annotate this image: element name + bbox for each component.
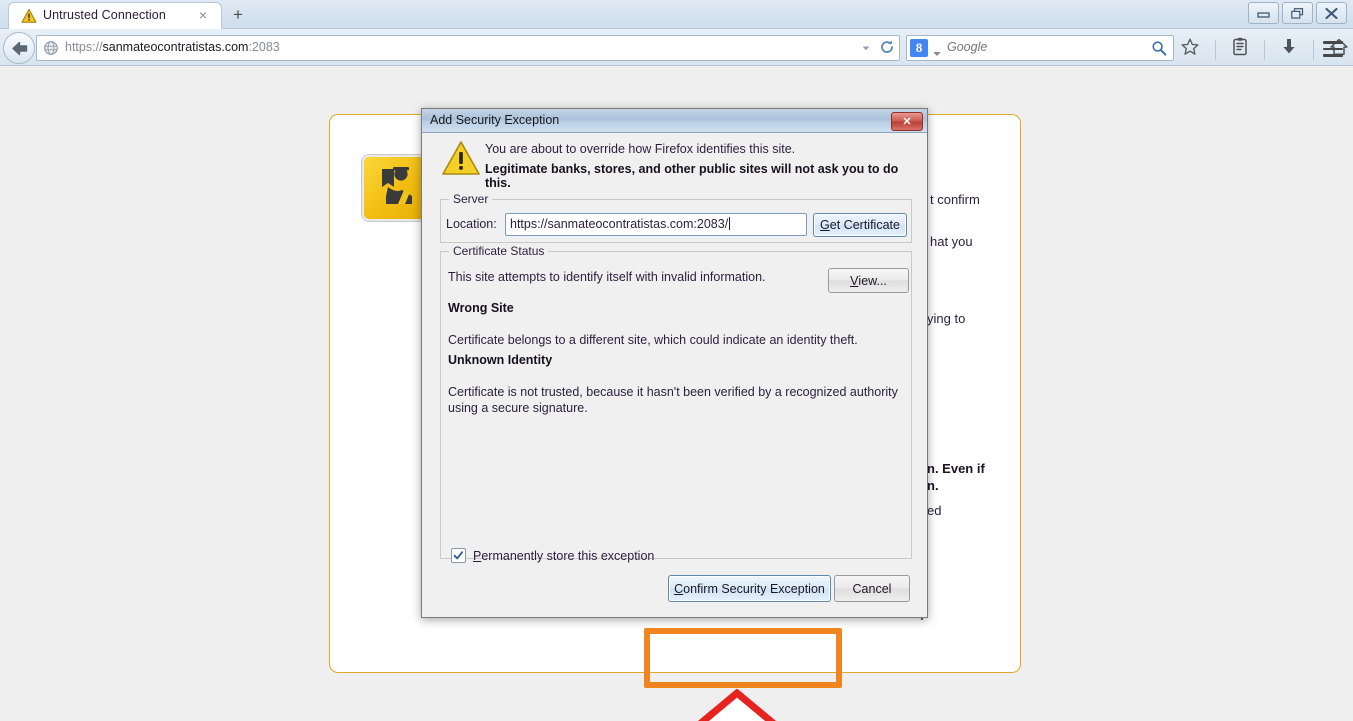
toolbar-divider bbox=[1264, 39, 1265, 60]
hamburger-menu-icon[interactable] bbox=[1323, 41, 1343, 61]
dialog-title: Add Security Exception bbox=[430, 113, 560, 127]
permanently-store-checkbox[interactable] bbox=[451, 548, 466, 563]
chevron-down-icon[interactable] bbox=[860, 41, 872, 59]
get-certificate-label: et Certificate bbox=[829, 218, 900, 232]
get-certificate-button[interactable]: Get Certificate bbox=[813, 213, 907, 237]
back-arrow-icon[interactable] bbox=[3, 32, 35, 64]
close-icon[interactable]: ✕ bbox=[891, 112, 923, 131]
cancel-button[interactable]: Cancel bbox=[834, 575, 910, 602]
url-bar-actions bbox=[860, 39, 895, 60]
close-icon[interactable]: × bbox=[199, 7, 207, 23]
wrong-site-body: Certificate belongs to a different site,… bbox=[448, 333, 858, 347]
certificate-status-intro: This site attempts to identify itself wi… bbox=[448, 270, 766, 284]
page-text-fragment: hat you bbox=[930, 234, 973, 249]
page-text-fragment: ying to bbox=[927, 311, 966, 326]
download-arrow-icon[interactable] bbox=[1280, 37, 1298, 62]
dialog-intro-line-1: You are about to override how Firefox id… bbox=[485, 142, 796, 156]
search-bar[interactable]: 8 Google bbox=[906, 35, 1174, 61]
browser-tab-strip: Untrusted Connection × + bbox=[0, 0, 1353, 29]
url-scheme: https:// bbox=[65, 40, 103, 54]
location-input-value: https://sanmateocontratistas.com:2083/ bbox=[510, 217, 729, 231]
page-text-fragment: t confirm bbox=[930, 192, 980, 207]
toolbar-divider bbox=[1313, 39, 1314, 60]
url-bar[interactable]: https://sanmateocontratistas.com:2083 bbox=[36, 35, 900, 61]
warning-triangle-icon bbox=[441, 140, 481, 176]
search-magnifier-icon[interactable] bbox=[1151, 40, 1167, 61]
view-certificate-button[interactable]: View... bbox=[828, 268, 909, 293]
dialog-title-bar[interactable]: Add Security Exception ✕ bbox=[422, 109, 927, 133]
toolbar-divider bbox=[1215, 39, 1216, 60]
browser-navigation-bar: https://sanmateocontratistas.com:2083 8 … bbox=[0, 29, 1353, 66]
page-text-fragment: n. Even if bbox=[927, 461, 985, 476]
search-input-placeholder: Google bbox=[947, 40, 988, 54]
certificate-status-group-label: Certificate Status bbox=[449, 244, 549, 258]
restore-icon[interactable] bbox=[1282, 2, 1313, 24]
star-icon[interactable] bbox=[1180, 37, 1200, 62]
unknown-identity-heading: Unknown Identity bbox=[448, 353, 553, 367]
server-group-label: Server bbox=[449, 192, 493, 206]
page-text-fragment: n. bbox=[927, 478, 939, 493]
chevron-down-icon[interactable] bbox=[932, 45, 942, 63]
unknown-identity-body-line-2: using a secure signature. bbox=[448, 401, 588, 415]
unknown-identity-body-line-1: Certificate is not trusted, because it h… bbox=[448, 385, 898, 399]
google-logo-icon: 8 bbox=[910, 39, 928, 57]
dialog-intro-line-2: Legitimate banks, stores, and other publ… bbox=[485, 162, 899, 190]
globe-icon bbox=[43, 40, 59, 56]
permanently-store-checkbox-label: Permanently store this exception bbox=[473, 549, 654, 563]
url-text: https://sanmateocontratistas.com:2083 bbox=[65, 40, 280, 54]
page-viewport: t confirm hat you ying to n. Even if n. … bbox=[0, 66, 1353, 721]
get-certificate-accesskey: G bbox=[820, 218, 830, 232]
view-button-label: iew... bbox=[858, 273, 887, 288]
screenshot-root: Untrusted Connection × + https://sanmate… bbox=[0, 0, 1353, 721]
url-port: :2083 bbox=[248, 40, 280, 54]
page-text-fragment: ed bbox=[927, 503, 942, 518]
security-guard-icon bbox=[362, 155, 428, 221]
view-button-accesskey: V bbox=[850, 273, 859, 288]
browser-tab-untrusted-connection[interactable]: Untrusted Connection × bbox=[8, 2, 222, 29]
location-label: Location: bbox=[446, 217, 497, 231]
reading-list-icon[interactable] bbox=[1231, 37, 1249, 62]
url-host: sanmateocontratistas.com bbox=[102, 40, 249, 54]
add-security-exception-dialog: Add Security Exception ✕ You are about t… bbox=[421, 108, 928, 618]
cancel-button-label: Cancel bbox=[852, 581, 892, 596]
reload-icon[interactable] bbox=[879, 39, 895, 60]
confirm-security-exception-button[interactable]: Confirm Security Exception bbox=[668, 575, 831, 602]
confirm-button-label: onfirm Security Exception bbox=[683, 581, 825, 596]
window-controls bbox=[1248, 2, 1347, 24]
up-arrow-annotation bbox=[685, 688, 789, 721]
location-input[interactable]: https://sanmateocontratistas.com:2083/ bbox=[505, 213, 807, 236]
browser-tab-title: Untrusted Connection bbox=[43, 8, 166, 22]
wrong-site-heading: Wrong Site bbox=[448, 301, 514, 315]
new-tab-button[interactable]: + bbox=[226, 4, 250, 26]
confirm-button-accesskey: C bbox=[674, 581, 684, 596]
close-icon[interactable] bbox=[1316, 2, 1347, 24]
permanently-store-text: ermanently store this exception bbox=[481, 548, 655, 563]
minimize-icon[interactable] bbox=[1248, 2, 1279, 24]
permanently-store-exception-row[interactable]: Permanently store this exception bbox=[451, 548, 654, 563]
warning-triangle-icon bbox=[21, 8, 37, 24]
text-caret bbox=[729, 217, 731, 230]
